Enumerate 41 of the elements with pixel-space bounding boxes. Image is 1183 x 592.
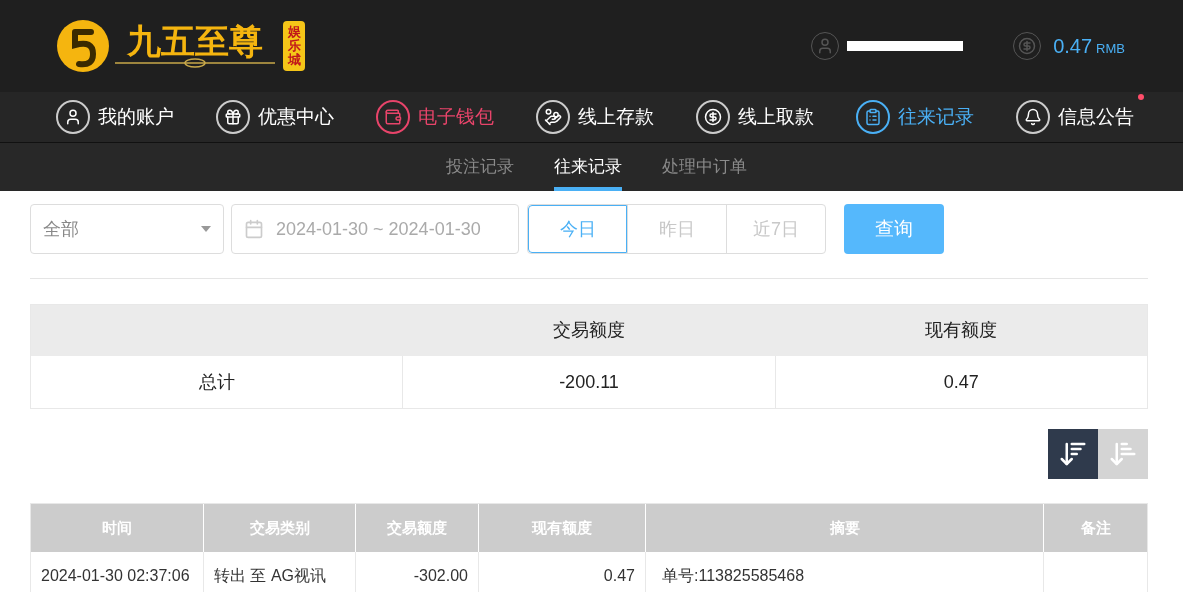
column-header: 交易额度 — [553, 320, 625, 340]
clipboard-icon — [856, 100, 890, 134]
gift-icon — [216, 100, 250, 134]
brand-name: 九五至尊 — [127, 24, 263, 58]
table-cell: -200.11 — [402, 356, 775, 408]
nav-item[interactable]: 线上取款 — [696, 100, 814, 134]
date-range-field[interactable]: 2024-01-30 ~ 2024-01-30 — [231, 204, 519, 254]
table-cell: 0.47 — [774, 356, 1147, 408]
wallet-icon — [376, 100, 410, 134]
caret-icon — [201, 226, 211, 232]
brand-badge: 娱乐城 — [283, 20, 305, 72]
column-header: 现有额度 — [925, 320, 997, 340]
ornament-icon — [115, 58, 275, 68]
table-cell-text: 总计 — [197, 370, 236, 394]
table-cell: 单号:113825585468 — [645, 552, 1043, 592]
calendar-icon — [244, 219, 264, 239]
nav-item[interactable]: 往来记录 — [856, 100, 974, 134]
balance-amount: 0.47 — [1053, 34, 1093, 59]
table-cell: 转出 至 AG视讯 — [203, 552, 355, 592]
nav-item[interactable]: 我的账户 — [56, 100, 174, 134]
select-value: 全部 — [43, 217, 79, 241]
user-icon — [56, 100, 90, 134]
dollar-coin-icon — [696, 100, 730, 134]
sub-tab[interactable]: 处理中订单 — [662, 143, 747, 191]
sort-descending-button[interactable] — [1048, 429, 1098, 479]
logo-icon — [55, 18, 111, 74]
nav-item[interactable]: 线上存款 — [536, 100, 654, 134]
sub-tab[interactable]: 投注记录 — [446, 143, 514, 191]
date-range-value: 2024-01-30 ~ 2024-01-30 — [276, 217, 481, 241]
table-cell-text: 2024-01-30 02:37:06 — [40, 566, 191, 586]
table-cell: -302.00 — [355, 552, 478, 592]
nav-item[interactable]: 优惠中心 — [216, 100, 334, 134]
nav-item[interactable]: 信息公告 — [1016, 100, 1134, 134]
balance-currency: RMB — [1096, 40, 1125, 58]
bell-icon — [1016, 100, 1050, 134]
date-preset[interactable]: 今日 — [528, 205, 627, 253]
type-select[interactable]: 全部 — [30, 204, 224, 254]
nav-item[interactable]: 电子钱包 — [376, 100, 494, 134]
hand-coins-icon — [536, 100, 570, 134]
table-cell: 0.47 — [478, 552, 645, 592]
sub-tab[interactable]: 往来记录 — [554, 143, 622, 191]
